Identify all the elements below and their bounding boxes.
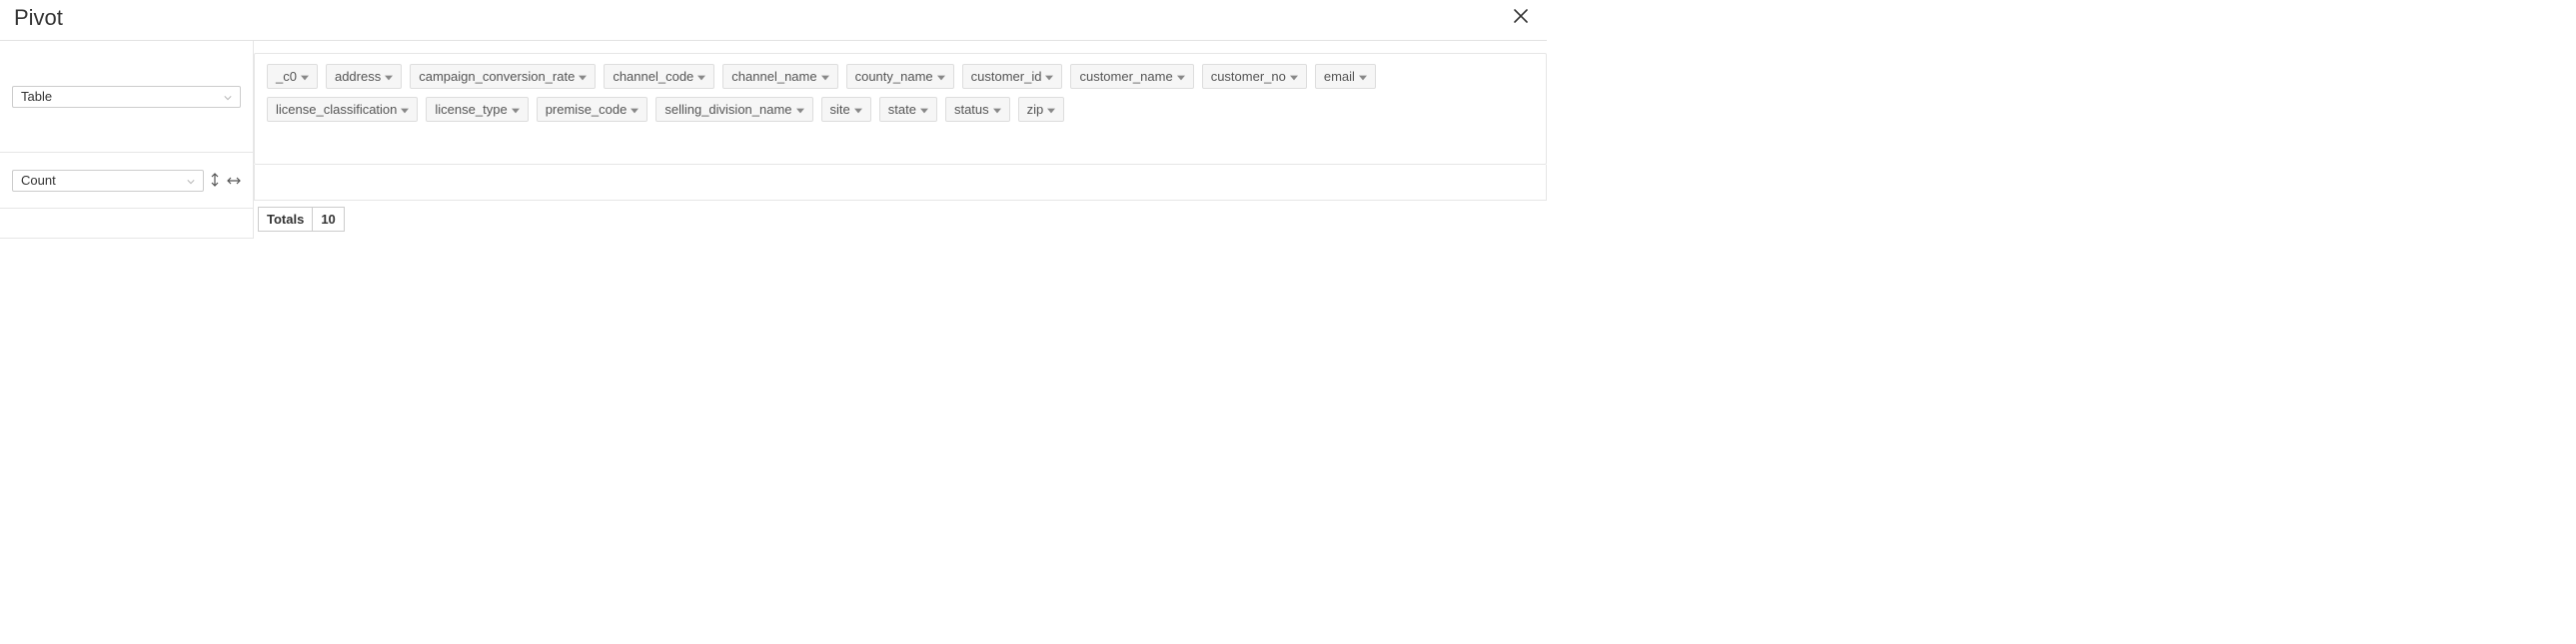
field-chip-county_name[interactable]: county_name: [846, 64, 954, 89]
caret-down-icon: [1177, 69, 1185, 84]
caret-down-icon: [1359, 69, 1367, 84]
pivot-header: Pivot: [0, 0, 1547, 41]
caret-down-icon: [385, 69, 393, 84]
field-chip-selling_division_name[interactable]: selling_division_name: [655, 97, 812, 122]
field-chip-channel_name[interactable]: channel_name: [722, 64, 837, 89]
aggregator-select[interactable]: Count: [12, 170, 204, 192]
caret-down-icon: [401, 102, 409, 117]
chevron-down-icon: [187, 173, 195, 188]
field-chip-label: email: [1324, 69, 1355, 84]
field-chip-license_classification[interactable]: license_classification: [267, 97, 418, 122]
totals-label: Totals: [258, 207, 313, 232]
field-chip-customer_name[interactable]: customer_name: [1070, 64, 1193, 89]
caret-down-icon: [697, 69, 705, 84]
totals-row: Totals10: [254, 201, 1547, 238]
field-chip-label: premise_code: [546, 102, 628, 117]
field-chip-label: campaign_conversion_rate: [419, 69, 575, 84]
field-chip-label: county_name: [855, 69, 933, 84]
field-chip-label: license_type: [435, 102, 507, 117]
field-chip-customer_id[interactable]: customer_id: [962, 64, 1063, 89]
caret-down-icon: [854, 102, 862, 117]
field-chip-label: customer_id: [971, 69, 1042, 84]
field-chip-label: customer_no: [1211, 69, 1286, 84]
sort-vertical-icon[interactable]: [210, 173, 220, 189]
caret-down-icon: [1290, 69, 1298, 84]
caret-down-icon: [796, 102, 804, 117]
rows-drop-area[interactable]: [0, 209, 254, 239]
caret-down-icon: [920, 102, 928, 117]
caret-down-icon: [631, 102, 639, 117]
aggregator-select-value: Count: [21, 173, 56, 188]
field-chip-label: state: [888, 102, 916, 117]
close-button[interactable]: [1509, 4, 1533, 32]
field-chip-label: _c0: [276, 69, 297, 84]
field-chip-customer_no[interactable]: customer_no: [1202, 64, 1307, 89]
caret-down-icon: [1045, 69, 1053, 84]
field-chip-label: customer_name: [1079, 69, 1172, 84]
field-chip-state[interactable]: state: [879, 97, 937, 122]
field-chip-label: channel_code: [613, 69, 693, 84]
sort-horizontal-icon[interactable]: [227, 174, 241, 188]
field-chip-label: zip: [1027, 102, 1044, 117]
unused-fields-area[interactable]: _c0 address campaign_conversion_rate channe…: [254, 53, 1547, 165]
field-chip-label: channel_name: [731, 69, 816, 84]
caret-down-icon: [301, 69, 309, 84]
field-chip-label: address: [335, 69, 381, 84]
field-chip-label: status: [954, 102, 989, 117]
page-title: Pivot: [14, 5, 63, 31]
field-chip-campaign_conversion_rate[interactable]: campaign_conversion_rate: [410, 64, 596, 89]
aggregator-cell: Count: [0, 153, 254, 209]
caret-down-icon: [579, 69, 587, 84]
field-chip-_c0[interactable]: _c0: [267, 64, 318, 89]
field-chip-channel_code[interactable]: channel_code: [604, 64, 714, 89]
field-chip-zip[interactable]: zip: [1018, 97, 1065, 122]
renderer-select[interactable]: Table: [12, 86, 241, 108]
renderer-cell: Table: [0, 41, 254, 153]
field-chip-license_type[interactable]: license_type: [426, 97, 528, 122]
field-chip-label: site: [830, 102, 850, 117]
field-chip-label: selling_division_name: [664, 102, 791, 117]
field-chip-email[interactable]: email: [1315, 64, 1376, 89]
chevron-down-icon: [224, 89, 232, 104]
caret-down-icon: [512, 102, 520, 117]
caret-down-icon: [821, 69, 829, 84]
field-chip-status[interactable]: status: [945, 97, 1010, 122]
caret-down-icon: [993, 102, 1001, 117]
totals-value: 10: [313, 207, 344, 232]
columns-drop-area[interactable]: [254, 165, 1547, 201]
field-chip-premise_code[interactable]: premise_code: [537, 97, 648, 122]
field-chip-label: license_classification: [276, 102, 397, 117]
close-icon: [1513, 8, 1529, 24]
renderer-select-value: Table: [21, 89, 52, 104]
caret-down-icon: [937, 69, 945, 84]
caret-down-icon: [1047, 102, 1055, 117]
field-chip-site[interactable]: site: [821, 97, 871, 122]
field-chip-address[interactable]: address: [326, 64, 402, 89]
